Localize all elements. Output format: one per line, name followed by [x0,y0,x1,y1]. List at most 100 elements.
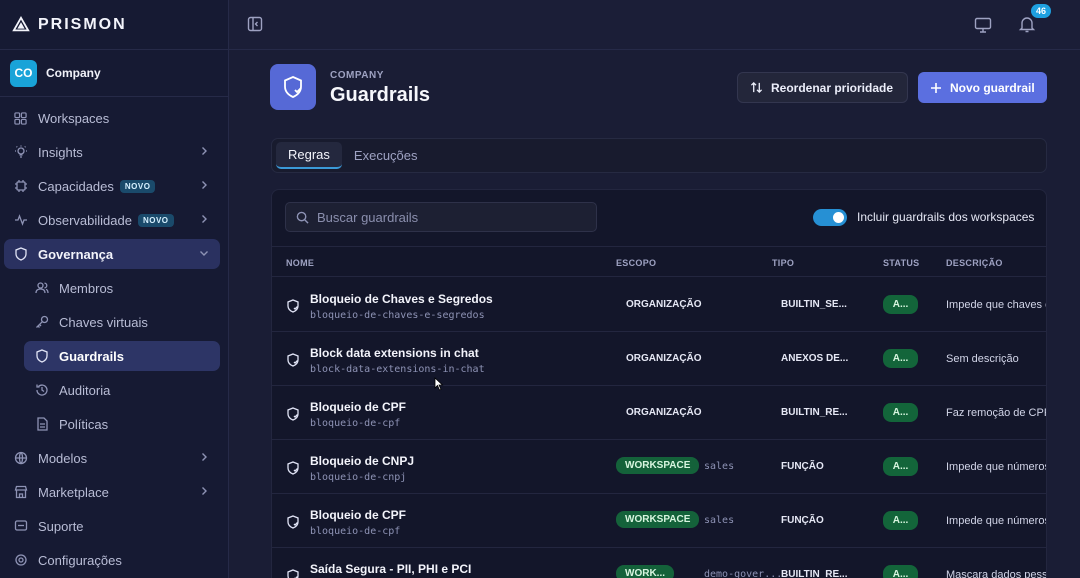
sidebar-item-label: Chaves virtuais [59,314,148,330]
description-text: Faz remoção de CPF [946,407,1047,419]
tab-regras[interactable]: Regras [276,142,342,169]
column-header-tipo[interactable]: TIPO [772,258,794,268]
sidebar-item-suporte[interactable]: Suporte [4,511,220,541]
status-badge: A... [883,403,918,422]
include-workspaces-toggle[interactable] [813,209,847,226]
page-icon [270,64,316,110]
sidebar-item-label: Workspaces [38,110,110,126]
activity-icon [13,213,28,228]
sidebar-item-chaves-virtuais[interactable]: Chaves virtuais [24,307,220,337]
table-row[interactable]: Saída Segura - PII, PHI e PCI WORK... de… [272,548,1046,578]
sidebar-item-label: Políticas [59,416,109,432]
description-text: Impede que chaves e [946,299,1047,311]
scope-label: ORGANIZAÇÃO [626,299,702,310]
sidebar-item-capacidades[interactable]: Capacidades NOVO [4,171,220,201]
page-title: Guardrails [330,84,431,106]
lightbulb-icon [13,145,28,160]
globe-icon [13,451,28,466]
sidebar-item-governanca[interactable]: Governança [4,239,220,269]
include-workspaces-label: Incluir guardrails dos workspaces [857,210,1035,224]
description-text: Impede que números [946,515,1047,527]
key-icon [34,315,49,330]
prismon-logo-icon [12,15,30,31]
column-header-descricao[interactable]: DESCRIÇÃO [946,258,1003,268]
history-icon [34,383,49,398]
sidebar-item-insights[interactable]: Insights [4,137,220,167]
status-badge: A... [883,565,918,578]
sidebar-item-marketplace[interactable]: Marketplace [4,477,220,507]
table-row[interactable]: Bloqueio de CPF bloqueio-de-cpf WORKSPAC… [272,494,1046,548]
table-row[interactable]: Bloqueio de CPF bloqueio-de-cpf ORGANIZA… [272,386,1046,440]
scope-badge: WORKSPACE [616,511,700,528]
sidebar-item-politicas[interactable]: Políticas [24,409,220,439]
status-badge: A... [883,511,918,530]
shield-check-icon [284,76,302,98]
sidebar-item-auditoria[interactable]: Auditoria [24,375,220,405]
sidebar-item-label: Membros [59,280,114,296]
sidebar-item-modelos[interactable]: Modelos [4,443,220,473]
table-row[interactable]: Block data extensions in chat block-data… [272,332,1046,386]
guardrail-slug: bloqueio-de-cpf [310,526,401,537]
table-row[interactable]: Bloqueio de CNPJ bloqueio-de-cnpj WORKSP… [272,440,1046,494]
scope-workspace-name: sales [704,515,735,526]
type-label: FUNÇÃO [781,515,824,526]
table-header: NOME ESCOPO TIPO STATUS DESCRIÇÃO [272,246,1046,277]
scope-label: ORGANIZAÇÃO [626,353,702,364]
sidebar-item-observabilidade[interactable]: Observabilidade NOVO [4,205,220,235]
scope-badge: WORKSPACE [616,457,700,474]
sidebar-item-label: Modelos [38,450,88,466]
sidebar-item-workspaces[interactable]: Workspaces [4,103,220,133]
new-guardrail-button[interactable]: Novo guardrail [918,72,1047,103]
reorder-priority-button[interactable]: Reordenar prioridade [737,72,908,103]
scope-workspace-name: demo-gover... [704,569,783,578]
shield-check-icon [287,569,299,578]
new-guardrail-label: Novo guardrail [950,80,1035,95]
type-label: FUNÇÃO [781,461,824,472]
scope-workspace-name: sales [704,461,735,472]
new-badge: NOVO [137,213,174,227]
column-header-status[interactable]: STATUS [883,258,919,268]
company-avatar: CO [10,59,37,87]
users-icon [34,281,49,296]
sidebar-item-guardrails[interactable]: Guardrails [24,341,220,371]
sidebar-item-membros[interactable]: Membros [24,273,220,303]
table-row[interactable]: Bloqueio de Chaves e Segredos bloqueio-d… [272,278,1046,332]
sidebar-item-label: Governança [38,246,114,262]
type-label: BUILTIN_RE... [781,407,848,418]
scope-badge: WORK... [616,565,674,578]
chevron-right-icon [202,147,207,155]
column-header-escopo[interactable]: ESCOPO [616,258,656,268]
search-input[interactable] [317,209,587,225]
new-badge: NOVO [119,179,156,193]
tab-execucoes[interactable]: Execuções [342,142,430,169]
sidebar-item-label: Guardrails [59,348,125,364]
sidebar-item-label: Auditoria [59,382,111,398]
bell-icon[interactable] [1018,15,1036,33]
scope-label: ORGANIZAÇÃO [626,407,702,418]
status-badge: A... [883,457,918,476]
status-badge: A... [883,349,918,368]
sidebar: PRISMON CO Company Workspaces Insights C… [0,0,229,578]
column-header-nome[interactable]: NOME [286,258,314,268]
description-text: Impede que números [946,461,1047,473]
monitor-icon[interactable] [974,16,992,34]
company-switcher[interactable]: CO Company [0,50,228,97]
search-box[interactable] [285,202,597,232]
plus-icon [931,82,941,93]
search-icon [296,211,309,224]
brand[interactable]: PRISMON [0,0,228,50]
topbar: 46 [229,0,1080,50]
guardrail-slug: bloqueio-de-chaves-e-segredos [310,310,485,321]
sidebar-item-label: Capacidades [38,178,114,194]
sidebar-collapse-icon[interactable] [247,16,263,32]
chevron-right-icon [202,181,207,189]
sidebar-item-label: Suporte [38,518,84,534]
shield-check-icon [287,515,299,529]
mouse-cursor-icon [434,377,444,391]
guardrail-slug: block-data-extensions-in-chat [310,364,485,375]
sort-arrows-icon [750,81,763,94]
type-label: ANEXOS DE... [781,353,849,364]
chevron-right-icon [202,487,207,495]
sidebar-item-configuracoes[interactable]: Configurações [4,545,220,575]
chevron-right-icon [202,215,207,223]
